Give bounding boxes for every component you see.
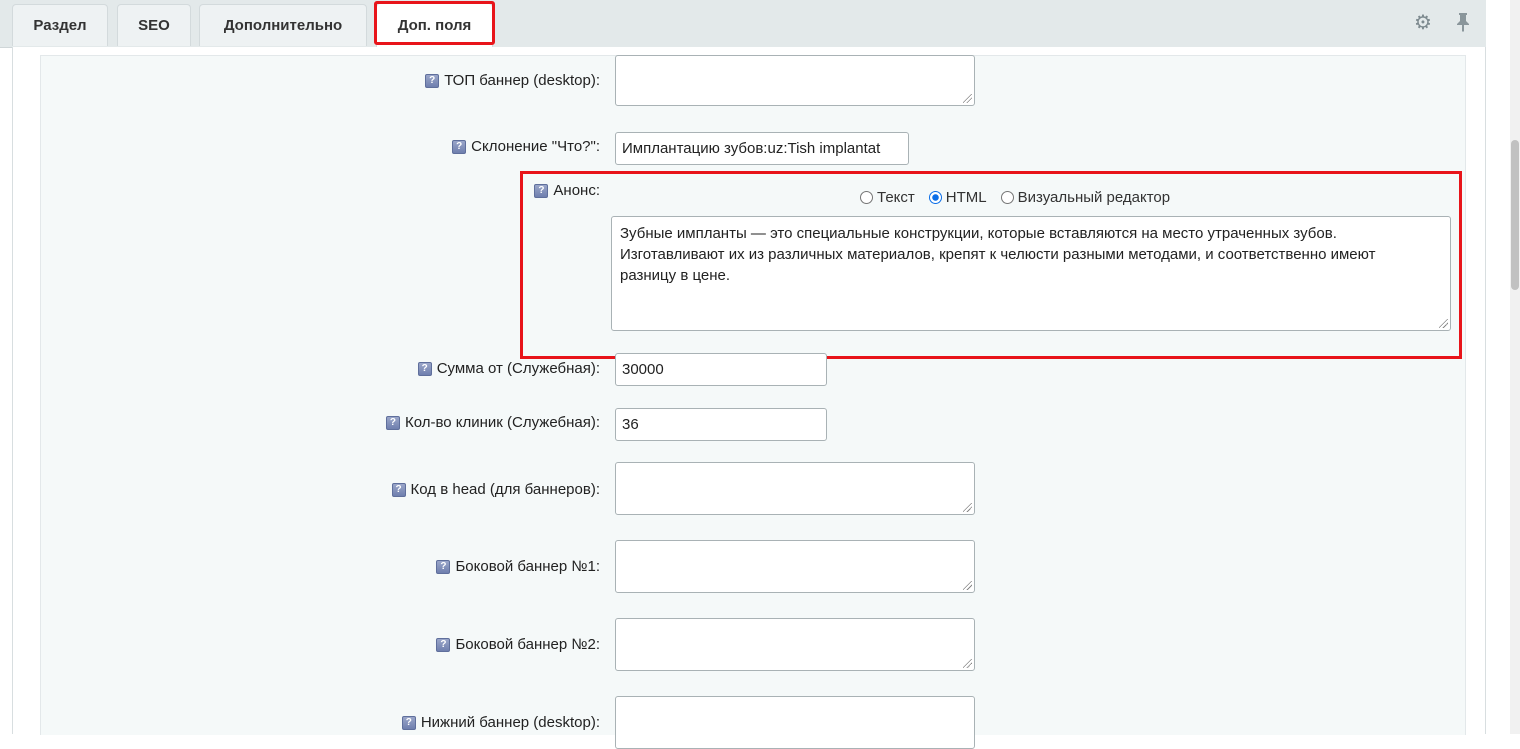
gear-icon[interactable]: ⚙ bbox=[1412, 12, 1434, 34]
bottom-banner-field[interactable] bbox=[615, 696, 975, 749]
resize-grip-icon[interactable] bbox=[963, 581, 972, 590]
mode-html-radio[interactable]: HTML bbox=[928, 189, 987, 206]
resize-grip-icon[interactable] bbox=[1439, 319, 1448, 328]
help-icon[interactable]: ? bbox=[436, 559, 451, 574]
help-icon[interactable]: ? bbox=[452, 139, 467, 154]
help-icon[interactable]: ? bbox=[391, 482, 406, 497]
mode-text-radio[interactable]: Текст bbox=[860, 189, 915, 206]
tab-razdel[interactable]: Раздел bbox=[12, 4, 108, 46]
resize-grip-icon[interactable] bbox=[963, 503, 972, 512]
help-icon[interactable]: ? bbox=[417, 361, 432, 376]
side-banner-1-label: ? Боковой баннер №1: bbox=[436, 558, 600, 575]
resize-grip-icon[interactable] bbox=[963, 659, 972, 668]
tab-bar: Раздел SEO Дополнительно Доп. поля ⚙ bbox=[0, 0, 1486, 48]
radio-checked-icon[interactable] bbox=[928, 191, 942, 204]
help-icon[interactable]: ? bbox=[436, 637, 451, 652]
resize-grip-icon[interactable] bbox=[963, 94, 972, 103]
annons-mode-switch: Текст HTML Визуальный редактор bbox=[860, 189, 1184, 206]
clinics-count-input[interactable]: 36 bbox=[615, 408, 827, 441]
declension-input[interactable]: Имплантацию зубов:uz:Tish implantat bbox=[615, 132, 909, 165]
bottom-banner-label: ? Нижний баннер (desktop): bbox=[401, 714, 600, 731]
top-banner-field[interactable] bbox=[615, 55, 975, 106]
clinics-count-label: ? Кол-во клиник (Служебная): bbox=[385, 414, 600, 431]
tab-seo[interactable]: SEO bbox=[117, 4, 191, 46]
scrollbar-thumb[interactable] bbox=[1511, 140, 1519, 290]
head-code-label: ? Код в head (для баннеров): bbox=[391, 481, 600, 498]
tab-dopolnitelno[interactable]: Дополнительно bbox=[199, 4, 367, 46]
help-icon[interactable]: ? bbox=[425, 73, 440, 88]
annons-textarea[interactable]: Зубные импланты — это специальные констр… bbox=[611, 216, 1451, 331]
tab-dop-polya[interactable]: Доп. поля bbox=[376, 3, 493, 47]
sum-from-label: ? Сумма от (Служебная): bbox=[417, 360, 600, 377]
annons-text-value: Зубные импланты — это специальные констр… bbox=[620, 225, 1376, 284]
page-scrollbar[interactable] bbox=[1510, 0, 1520, 734]
help-icon[interactable]: ? bbox=[534, 183, 549, 198]
radio-icon[interactable] bbox=[860, 191, 873, 204]
side-banner-1-field[interactable] bbox=[615, 540, 975, 593]
help-icon[interactable]: ? bbox=[401, 715, 416, 730]
side-banner-2-label: ? Боковой баннер №2: bbox=[436, 636, 600, 653]
head-code-field[interactable] bbox=[615, 462, 975, 515]
annons-label: ? Анонс: bbox=[534, 182, 600, 199]
help-icon[interactable]: ? bbox=[385, 415, 400, 430]
declension-label: ? Склонение "Что?": bbox=[452, 138, 600, 155]
mode-visual-radio[interactable]: Визуальный редактор bbox=[1000, 189, 1170, 206]
pin-icon[interactable] bbox=[1452, 12, 1474, 34]
sum-from-input[interactable]: 30000 bbox=[615, 353, 827, 386]
radio-icon[interactable] bbox=[1000, 191, 1014, 204]
top-banner-label: ? ТОП баннер (desktop): bbox=[425, 72, 600, 89]
side-banner-2-field[interactable] bbox=[615, 618, 975, 671]
